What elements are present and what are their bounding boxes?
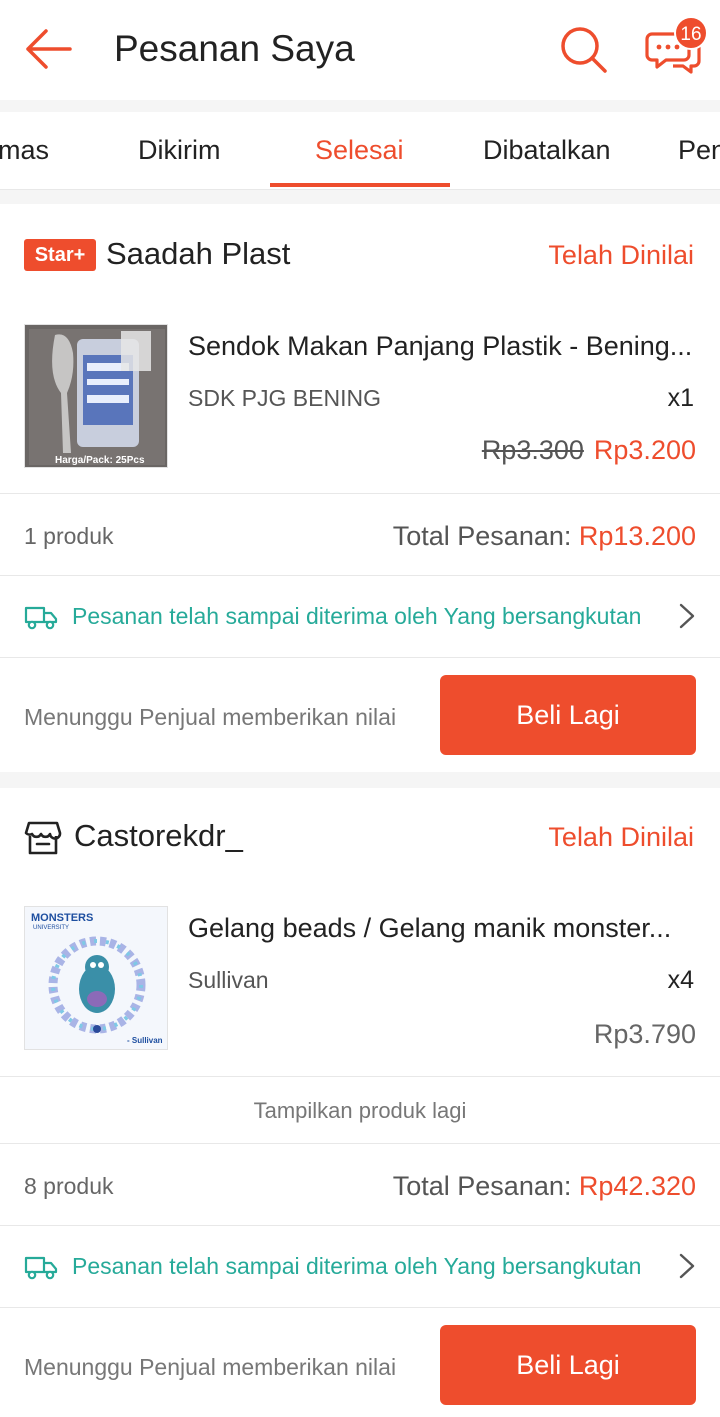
tab-selesai[interactable]: Selesai xyxy=(315,112,404,189)
total-label: Total Pesanan: xyxy=(392,1171,579,1201)
shop-name[interactable]: Castorekdr_ xyxy=(74,816,243,856)
search-icon[interactable] xyxy=(558,24,610,76)
divider xyxy=(0,1307,720,1308)
chevron-right-icon xyxy=(679,1253,695,1279)
divider xyxy=(0,1143,720,1144)
order-total: Total Pesanan: Rp42.320 xyxy=(393,1168,696,1204)
product-image[interactable]: Harga/Pack: 25Pcs xyxy=(24,324,168,468)
order-status: Telah Dinilai xyxy=(548,240,694,270)
show-more-products[interactable]: Tampilkan produk lagi xyxy=(0,1094,720,1128)
image-brand: MONSTERS xyxy=(31,912,93,924)
chevron-right-icon xyxy=(679,603,695,629)
product-name[interactable]: Gelang beads / Gelang manik monster... xyxy=(188,910,696,946)
shop-header[interactable]: Star+ Saadah Plast Telah Dinilai xyxy=(0,204,720,304)
order-card: Star+ Saadah Plast Telah Dinilai Harga/P… xyxy=(0,204,720,772)
buy-again-button[interactable]: Beli Lagi xyxy=(440,675,696,755)
star-plus-badge: Star+ xyxy=(24,239,96,271)
page-title: Pesanan Saya xyxy=(114,28,355,69)
order-total: Total Pesanan: Rp13.200 xyxy=(393,518,696,554)
tab-dibatalkan[interactable]: Dibatalkan xyxy=(483,112,611,189)
divider xyxy=(0,493,720,494)
product-photo: Harga/Pack: 25Pcs xyxy=(25,325,167,467)
product-name[interactable]: Sendok Makan Panjang Plastik - Bening... xyxy=(188,328,696,364)
product-photo: MONSTERS UNIVERSITY - Sullivan xyxy=(25,907,167,1049)
product-qty: x4 xyxy=(667,966,694,994)
product-price: Rp3.790 xyxy=(594,1016,696,1052)
active-tab-indicator xyxy=(270,183,450,187)
app-header: Pesanan Saya 16 xyxy=(0,0,720,100)
truck-icon xyxy=(24,606,58,630)
order-tabs: mas Dikirim Selesai Dibatalkan Pen xyxy=(0,112,720,190)
tab-dikemas[interactable]: mas xyxy=(0,112,49,189)
divider xyxy=(0,657,720,658)
product-variant: SDK PJG BENING xyxy=(188,385,381,411)
product-count: 8 produk xyxy=(24,1173,114,1199)
chat-badge: 16 xyxy=(674,16,708,50)
order-status: Telah Dinilai xyxy=(548,822,694,852)
divider xyxy=(0,1076,720,1077)
product-count: 1 produk xyxy=(24,523,114,549)
shop-name[interactable]: Saadah Plast xyxy=(106,234,290,274)
image-caption: - Sullivan xyxy=(127,1036,163,1045)
back-arrow-icon[interactable] xyxy=(22,26,74,72)
image-caption: Harga/Pack: 25Pcs xyxy=(55,455,145,466)
product-qty: x1 xyxy=(667,384,694,412)
product-variant: Sullivan xyxy=(188,967,269,993)
shop-header[interactable]: Castorekdr_ Telah Dinilai xyxy=(0,788,720,888)
tab-pengembalian[interactable]: Pen xyxy=(678,112,720,189)
product-price: Rp3.300 Rp3.200 xyxy=(482,432,696,468)
waiting-text: Menunggu Penjual memberikan nilai xyxy=(24,704,397,730)
waiting-text: Menunggu Penjual memberikan nilai xyxy=(24,1354,397,1380)
tab-dikirim[interactable]: Dikirim xyxy=(138,112,220,189)
truck-icon xyxy=(24,1256,58,1280)
discount-price: Rp3.200 xyxy=(593,435,696,465)
image-brand-sub: UNIVERSITY xyxy=(33,925,69,931)
original-price: Rp3.300 xyxy=(481,435,584,465)
shipping-status-row[interactable]: Pesanan telah sampai diterima oleh Yang … xyxy=(0,576,720,656)
shipping-status-row[interactable]: Pesanan telah sampai diterima oleh Yang … xyxy=(0,1226,720,1306)
total-value: Rp42.320 xyxy=(578,1171,696,1201)
price: Rp3.790 xyxy=(593,1019,696,1049)
shipping-status-text: Pesanan telah sampai diterima oleh Yang … xyxy=(72,603,642,629)
total-value: Rp13.200 xyxy=(578,521,696,551)
order-card: Castorekdr_ Telah Dinilai MONSTERS UNIVE… xyxy=(0,788,720,1417)
product-image[interactable]: MONSTERS UNIVERSITY - Sullivan xyxy=(24,906,168,1050)
total-label: Total Pesanan: xyxy=(392,521,579,551)
store-icon xyxy=(24,821,62,855)
buy-again-button[interactable]: Beli Lagi xyxy=(440,1325,696,1405)
shipping-status-text: Pesanan telah sampai diterima oleh Yang … xyxy=(72,1253,642,1279)
